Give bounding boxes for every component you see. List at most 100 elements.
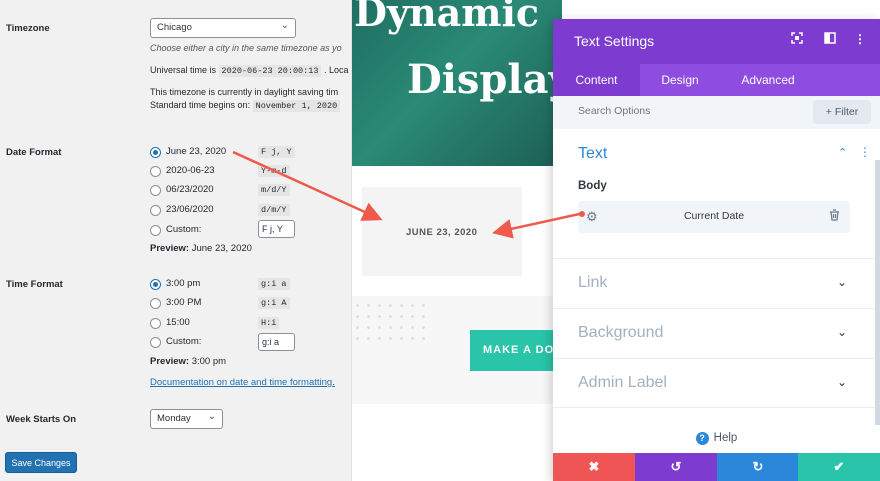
radio-checked[interactable] (150, 147, 161, 158)
accordion-background[interactable]: Background ⌄ (553, 308, 880, 358)
redo-button[interactable]: ↻ (717, 453, 799, 481)
preview-label: Preview: (150, 243, 190, 254)
std-prefix: Standard time begins on: (150, 100, 251, 110)
time-preview: Preview: 3:00 pm (150, 356, 226, 367)
hero-section: Dynamic Display (352, 0, 572, 166)
date-module[interactable]: JUNE 23, 2020 (362, 187, 522, 276)
redo-icon: ↻ (752, 459, 764, 474)
date-format-code: d/m/Y (258, 204, 290, 216)
chevron-down-icon: ⌄ (837, 275, 848, 289)
time-option-3[interactable]: 15:00 H:i (150, 317, 340, 331)
hero-title-line1: Dynamic (354, 0, 540, 35)
undo-button[interactable]: ↺ (635, 453, 717, 481)
dynamic-content-field[interactable]: ⚙ Current Date (578, 201, 850, 233)
dst-notice: This timezone is currently in daylight s… (150, 87, 339, 97)
save-button[interactable]: ✔ (798, 453, 880, 481)
date-option-1[interactable]: June 23, 2020 F j, Y (150, 146, 340, 160)
accordion-label: Background (578, 324, 664, 341)
date-option-custom[interactable]: Custom: (150, 224, 340, 238)
time-option-custom[interactable]: Custom: (150, 336, 340, 350)
tab-content[interactable]: Content (553, 64, 640, 96)
page-preview: Dynamic Display JUNE 23, 2020 MAKE A DO (352, 0, 572, 481)
date-format-label: Date Format (6, 147, 62, 158)
week-starts-value: Monday (157, 413, 191, 424)
time-option-2[interactable]: 3:00 PM g:i A (150, 297, 340, 311)
timezone-select[interactable]: Chicago ⌄ (150, 18, 296, 38)
timezone-description: Choose either a city in the same timezon… (150, 43, 342, 53)
utc-value: 2020-06-23 20:00:13 (218, 65, 322, 77)
custom-label: Custom: (166, 336, 202, 347)
time-format-code: g:i a (258, 278, 290, 290)
dot-pattern (352, 300, 428, 342)
date-option-3[interactable]: 06/23/2020 m/d/Y (150, 184, 340, 198)
search-options-input[interactable] (578, 105, 798, 117)
custom-time-format-input[interactable] (258, 333, 295, 351)
cta-button[interactable]: MAKE A DO (470, 330, 562, 371)
time-format-label: Time Format (6, 279, 63, 290)
hero-title-line2: Display (407, 56, 572, 103)
help-icon: ? (695, 432, 709, 445)
doc-link-period: . (332, 377, 335, 388)
accordion-admin-label[interactable]: Admin Label ⌄ (553, 358, 880, 408)
documentation-link[interactable]: Documentation on date and time formattin… (150, 377, 335, 388)
week-starts-select[interactable]: Monday ⌄ (150, 409, 223, 429)
documentation-link-text[interactable]: Documentation on date and time formattin… (150, 377, 332, 388)
date-option-4[interactable]: 23/06/2020 d/m/Y (150, 204, 340, 218)
panel-header: Text Settings ⋮ (553, 19, 880, 64)
utc-suffix: . Loca (323, 65, 349, 75)
undo-icon: ↺ (670, 459, 682, 474)
preview-value: 3:00 pm (191, 356, 227, 367)
date-format-code: Y-m-d (258, 165, 290, 177)
filter-label: Filter (834, 106, 859, 118)
radio[interactable] (150, 298, 161, 309)
radio[interactable] (150, 318, 161, 329)
screenshot-stage: Timezone Chicago ⌄ Choose either a city … (0, 0, 880, 481)
expand-icon[interactable] (791, 32, 803, 47)
tab-design[interactable]: Design (640, 64, 720, 96)
more-vertical-icon[interactable]: ⋮ (859, 145, 871, 159)
save-changes-button[interactable]: Save Changes (5, 452, 77, 473)
radio[interactable] (150, 225, 161, 236)
help-link[interactable]: ? Help (553, 432, 880, 445)
time-format-code: H:i (258, 317, 280, 329)
std-value: November 1, 2020 (252, 100, 341, 112)
preview-value: June 23, 2020 (191, 243, 252, 254)
text-settings-panel: Text Settings ⋮ Content Design Advanced … (553, 19, 880, 481)
cancel-button[interactable]: ✖ (553, 453, 635, 481)
radio[interactable] (150, 185, 161, 196)
utc-time-line: Universal time is 2020-06-23 20:00:13 . … (150, 65, 349, 77)
dynamic-date-text: JUNE 23, 2020 (406, 227, 478, 238)
chevron-up-icon[interactable]: ⌃ (838, 146, 847, 159)
columns-icon[interactable] (824, 32, 836, 47)
plus-icon: + (825, 106, 832, 118)
date-format-code: m/d/Y (258, 184, 290, 196)
custom-date-format-input[interactable] (258, 220, 295, 238)
accordion-link[interactable]: Link ⌄ (553, 258, 880, 308)
custom-label: Custom: (166, 224, 202, 235)
tab-advanced[interactable]: Advanced (720, 64, 816, 96)
date-option-2[interactable]: 2020-06-23 Y-m-d (150, 165, 340, 179)
accordion-label: Admin Label (578, 374, 667, 391)
radio[interactable] (150, 166, 161, 177)
timezone-value: Chicago (157, 22, 192, 33)
radio-checked[interactable] (150, 279, 161, 290)
trash-icon[interactable] (829, 209, 840, 224)
panel-scrollbar[interactable] (875, 160, 880, 425)
time-option-1[interactable]: 3:00 pm g:i a (150, 278, 340, 292)
check-icon: ✔ (833, 459, 845, 474)
time-format-code: g:i A (258, 297, 290, 309)
date-option-label: 06/23/2020 (166, 184, 214, 195)
preview-label: Preview: (150, 356, 190, 367)
text-section-title[interactable]: Text (578, 145, 607, 163)
date-preview: Preview: June 23, 2020 (150, 243, 252, 254)
help-label: Help (713, 432, 738, 444)
radio[interactable] (150, 337, 161, 348)
radio[interactable] (150, 205, 161, 216)
filter-button[interactable]: + Filter (813, 100, 871, 124)
search-options-bar: + Filter (553, 96, 880, 129)
date-option-label: 23/06/2020 (166, 204, 214, 215)
chevron-down-icon: ⌄ (207, 411, 216, 422)
week-starts-label: Week Starts On (6, 414, 77, 425)
more-vertical-icon[interactable]: ⋮ (854, 32, 866, 46)
panel-tabs: Content Design Advanced (553, 64, 880, 96)
